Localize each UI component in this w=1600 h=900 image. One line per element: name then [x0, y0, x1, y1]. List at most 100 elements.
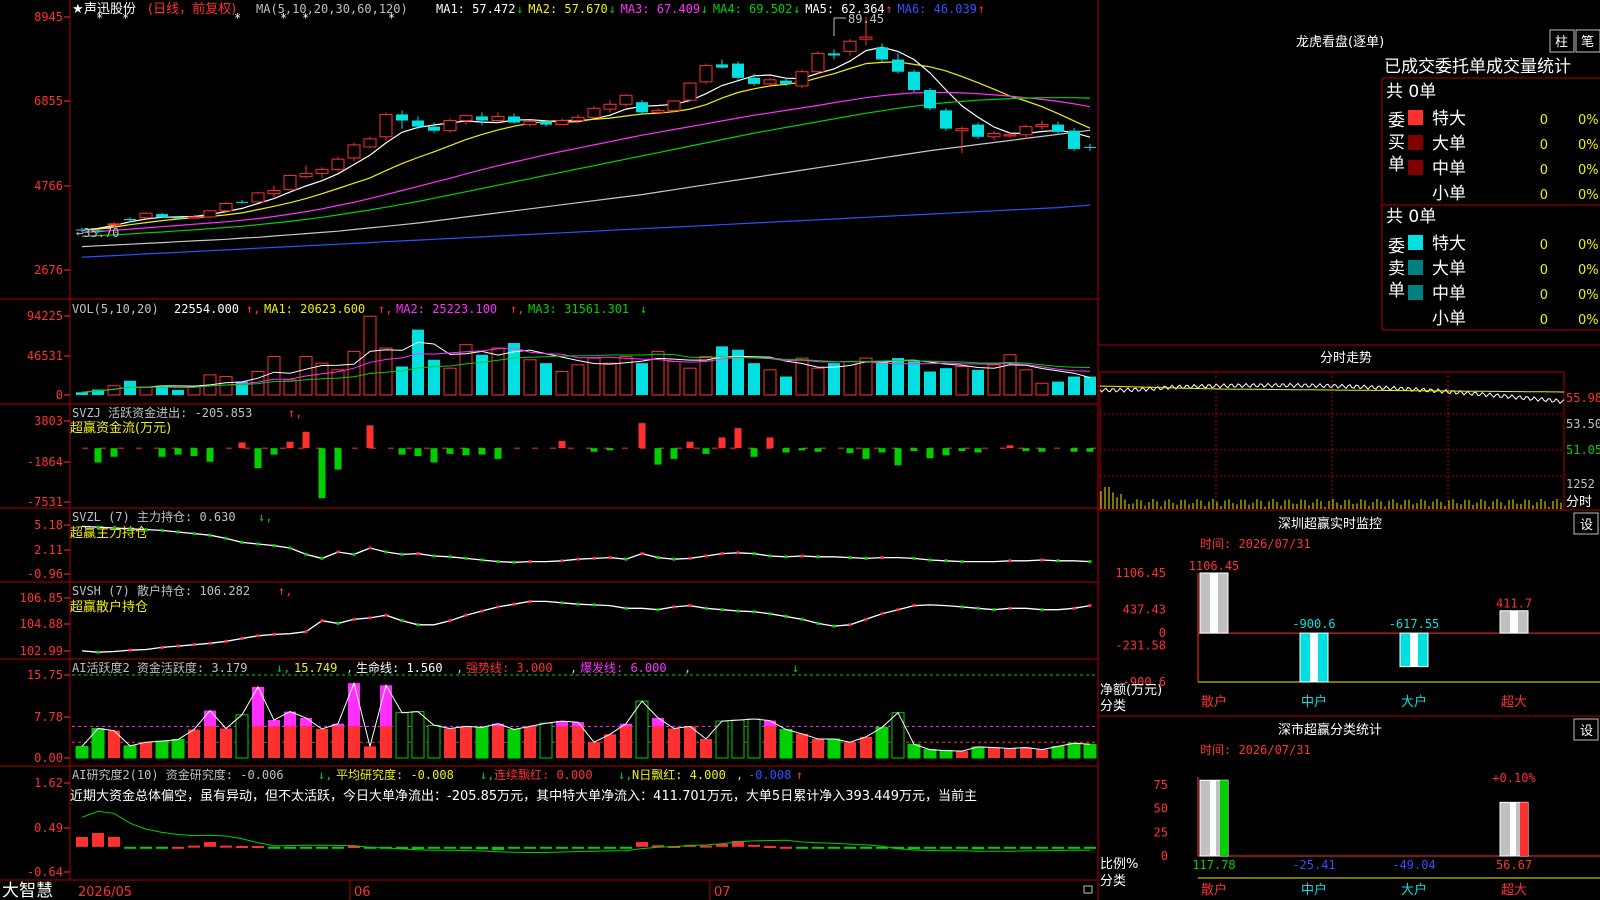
- sz-y-tick: 437.43: [1123, 602, 1166, 616]
- candle-body: [299, 172, 313, 178]
- candle-body: [859, 36, 873, 40]
- ai1-bar: [812, 739, 824, 758]
- svzj-bar: [878, 448, 886, 453]
- ai2-bar: [860, 846, 872, 849]
- svg-text:↑,: ↑,: [246, 302, 260, 316]
- sz-bar-label: -900.6: [1292, 617, 1335, 631]
- candle-body: [955, 128, 969, 132]
- candle-body: [251, 192, 265, 203]
- ai2-bar: [556, 846, 568, 849]
- svzj-bar: [334, 448, 342, 470]
- sell-label-char: 委: [1388, 237, 1405, 257]
- svzl-point: [416, 552, 420, 556]
- svzj-bar: [254, 448, 262, 469]
- sz-bar-label: 1106.45: [1189, 559, 1240, 573]
- svsh-point: [176, 644, 180, 648]
- ma-value: MA6: 46.039: [898, 2, 977, 16]
- vol-bar: [811, 367, 825, 396]
- candle-body: [156, 214, 168, 218]
- vol-y-tick: 94225: [27, 309, 63, 323]
- svsh-point: [416, 623, 420, 627]
- signal-dot: *: [388, 11, 395, 25]
- candle-body: [412, 120, 424, 127]
- svzj-bar: [654, 448, 662, 465]
- favorite-star-icon[interactable]: ★: [72, 2, 84, 17]
- row-name: 大单: [1432, 134, 1466, 154]
- svsh-point: [496, 605, 500, 609]
- ma-arrow: ↓: [701, 2, 708, 16]
- candle-body: [139, 212, 153, 219]
- ai1-bar: [155, 740, 169, 759]
- candle-body: [811, 52, 825, 73]
- candle-body: [508, 116, 520, 123]
- svsh-point: [912, 604, 916, 608]
- sz-bar-label: 411.7: [1496, 597, 1532, 611]
- row-pct: 0%: [1578, 188, 1599, 203]
- svzl-point: [224, 536, 228, 540]
- fl-bar-value: -25.41: [1292, 858, 1335, 872]
- ai1-bar: [635, 700, 649, 759]
- date-label-1: 2026/05: [78, 885, 132, 900]
- svg-text:↓,: ↓,: [618, 768, 632, 782]
- fl-bar-value: 117.78: [1192, 858, 1235, 872]
- ai1-bar-top: [652, 717, 664, 727]
- high-label: 89.45: [848, 12, 884, 26]
- sell-label-char: 卖: [1388, 259, 1405, 279]
- fl-y-tick: 0: [1161, 849, 1168, 863]
- ma-value: MA4: 69.502: [713, 2, 792, 16]
- buy-label-char: 委: [1388, 111, 1405, 131]
- ai2-bar: [796, 846, 808, 849]
- ai2-bar: [1068, 846, 1080, 849]
- fl-top-label: +0.10%: [1492, 771, 1536, 785]
- ai2-bar: [444, 846, 456, 849]
- candle-body: [1068, 130, 1080, 149]
- candle-body: [1052, 124, 1064, 132]
- svzl-point: [912, 556, 916, 560]
- ai1-bar: [332, 726, 344, 758]
- svzj-bar: [110, 448, 118, 457]
- svsh-point: [272, 632, 276, 636]
- ai2-bar: [508, 846, 520, 849]
- legend-swatch: [1408, 310, 1423, 325]
- vol-bar: [908, 361, 920, 395]
- ai2-bar: [108, 836, 120, 847]
- svzj-bar: [686, 441, 694, 449]
- chart-canvas[interactable]: ★ 声迅股份 (日线，前复权) MA(5,10,20,30,60,120) MA…: [0, 0, 1600, 900]
- svzl-point: [400, 552, 404, 556]
- candle-body: [732, 63, 744, 78]
- svzj-bar: [942, 448, 950, 456]
- svzl-point: [288, 546, 292, 550]
- svg-text:比例%: 比例%: [1100, 857, 1138, 872]
- vol-bar: [187, 386, 201, 396]
- candle-body: [651, 109, 665, 113]
- row-count: 0: [1540, 163, 1548, 178]
- svzj-bar: [862, 448, 870, 459]
- svg-text:共 0单: 共 0单: [1386, 82, 1436, 102]
- svsh-point: [896, 608, 900, 612]
- svg-text:分类: 分类: [1100, 874, 1126, 889]
- ai1-bar: [220, 728, 232, 758]
- vol-header: VOL(5,10,20) 22554.000 ↑, MA1: 20623.600…: [72, 302, 647, 316]
- ai1-bar: [316, 729, 328, 758]
- ai2-bar: [764, 846, 776, 849]
- ai1-bar: [588, 742, 600, 758]
- ai2-y-tick: 1.62: [34, 776, 63, 790]
- svsh-point: [736, 609, 740, 613]
- fl-bar-highlight: [1210, 780, 1216, 856]
- svzj-bar: [766, 437, 774, 449]
- svzj-bar: [430, 448, 438, 463]
- ai2-bar: [908, 846, 920, 850]
- ai1-bar: [188, 729, 200, 758]
- svsh-point: [320, 619, 324, 623]
- ai1-bar: [1004, 748, 1016, 758]
- ai2-bar: [252, 846, 264, 849]
- vol-y-tick: 46531: [27, 349, 63, 363]
- svsh-point: [192, 643, 196, 647]
- ai1-bar: [460, 726, 472, 758]
- ai1-bar: [652, 726, 664, 758]
- svsh-point: [560, 601, 564, 605]
- legend-swatch: [1408, 260, 1423, 275]
- vol-y-tick: 0: [56, 388, 63, 402]
- svzl-point: [752, 552, 756, 556]
- candle-body: [428, 126, 440, 131]
